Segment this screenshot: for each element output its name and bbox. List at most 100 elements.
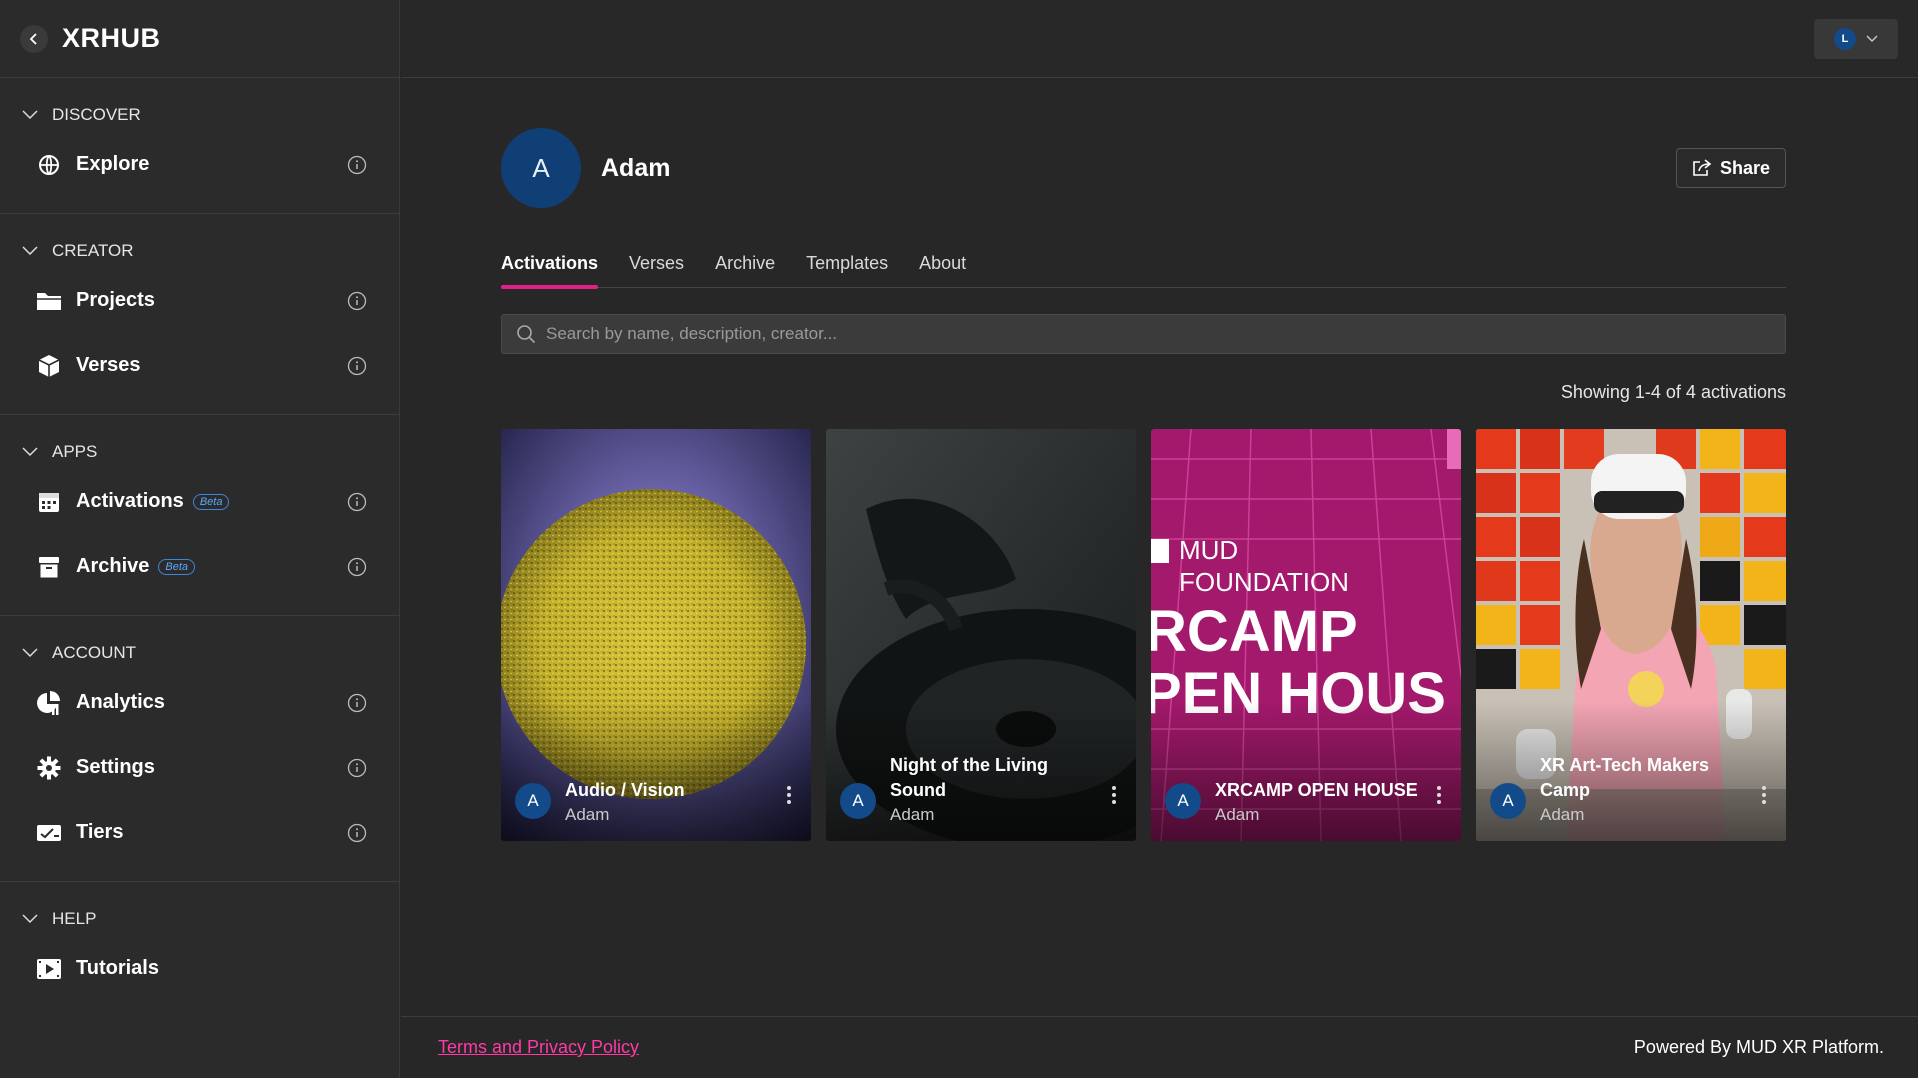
terms-link[interactable]: Terms and Privacy Policy (438, 1037, 639, 1058)
card-text: XR Art-Tech Makers Camp Adam (1540, 753, 1756, 827)
sidebar-item-analytics[interactable]: Analytics (0, 670, 399, 735)
info-icon[interactable] (347, 693, 367, 713)
sidebar-item-explore[interactable]: Explore (0, 132, 399, 197)
analytics-icon (36, 690, 62, 716)
tab-templates[interactable]: Templates (806, 238, 888, 288)
more-vertical-icon[interactable] (1756, 783, 1772, 807)
chevron-down-icon (22, 914, 38, 924)
brand-header: XRHUB (0, 0, 399, 78)
creator-avatar: A (1165, 783, 1201, 819)
chevron-down-icon (22, 447, 38, 457)
chevron-down-icon (22, 246, 38, 256)
activation-card[interactable]: A XR Art-Tech Makers Camp Adam (1476, 429, 1786, 841)
powered-by-text: Powered By MUD XR Platform. (1633, 1037, 1884, 1057)
search-icon (517, 325, 536, 344)
tab-activations[interactable]: Activations (501, 238, 599, 289)
chevron-left-icon (29, 32, 37, 45)
sidebar-item-label: Archive (76, 555, 150, 577)
profile-header: A Adam (501, 128, 670, 208)
chevron-down-icon (22, 110, 38, 120)
card-title: Audio / Vision (565, 780, 685, 800)
tab-about[interactable]: About (919, 238, 966, 288)
sidebar-item-label: Analytics (76, 691, 165, 713)
sidebar-section-creator: CREATOR Projects Verses (0, 214, 399, 415)
main-content: A Adam Share Activations Verses Archive … (401, 78, 1918, 1016)
sidebar-item-activations[interactable]: Activations Beta (0, 469, 399, 534)
section-toggle-apps[interactable]: APPS (0, 435, 399, 469)
collapse-sidebar-button[interactable] (20, 24, 48, 53)
info-icon[interactable] (347, 492, 367, 512)
sidebar-item-tiers[interactable]: Tiers (0, 800, 399, 865)
card-info: A Audio / Vision Adam (515, 778, 797, 827)
sidebar-item-label: Tutorials (76, 957, 159, 979)
chevron-down-icon (1866, 35, 1878, 42)
info-icon[interactable] (347, 356, 367, 376)
more-vertical-icon[interactable] (781, 783, 797, 807)
user-avatar: L (1834, 28, 1856, 50)
info-icon[interactable] (347, 758, 367, 778)
section-toggle-discover[interactable]: DISCOVER (0, 98, 399, 132)
ticket-icon (36, 820, 62, 846)
card-text: Audio / Vision Adam (565, 778, 781, 827)
section-toggle-help[interactable]: HELP (0, 902, 399, 936)
poster-text-2: FOUNDATION (1179, 567, 1349, 597)
activation-card[interactable]: MUD FOUNDATION RCAMP PEN HOUS A XRCAMP O… (1151, 429, 1461, 841)
card-author: Adam (890, 805, 935, 824)
brand-title: XRHUB (62, 23, 161, 53)
profile-avatar: A (501, 128, 581, 208)
sidebar-item-label: Activations (76, 490, 184, 512)
sidebar-item-label: Explore (76, 153, 150, 175)
sidebar-item-projects[interactable]: Projects (0, 268, 399, 333)
more-vertical-icon[interactable] (1431, 783, 1447, 807)
section-title: APPS (52, 442, 98, 461)
card-author: Adam (1215, 805, 1260, 824)
profile-tabs: Activations Verses Archive Templates Abo… (501, 238, 1786, 289)
poster-text-1: MUD (1179, 535, 1238, 565)
sidebar-item-verses[interactable]: Verses (0, 333, 399, 398)
more-vertical-icon[interactable] (1106, 783, 1122, 807)
info-icon[interactable] (347, 155, 367, 175)
card-text: XRCAMP OPEN HOUSE Adam (1215, 778, 1431, 827)
archive-box-icon (36, 554, 62, 580)
sidebar-item-label: Verses (76, 354, 141, 376)
card-author: Adam (1540, 805, 1585, 824)
section-title: CREATOR (52, 241, 134, 260)
tab-archive[interactable]: Archive (715, 238, 775, 288)
card-title: Night of the Living Sound (890, 755, 1048, 800)
activation-card[interactable]: A Night of the Living Sound Adam (826, 429, 1136, 841)
sidebar-item-settings[interactable]: Settings (0, 735, 399, 800)
section-title: ACCOUNT (52, 643, 137, 662)
sidebar-item-archive[interactable]: Archive Beta (0, 534, 399, 599)
beta-badge: Beta (158, 558, 196, 575)
info-icon[interactable] (347, 823, 367, 843)
cube-icon (36, 353, 62, 379)
poster-text-3: RCAMP (1151, 599, 1358, 664)
info-icon[interactable] (347, 557, 367, 577)
card-text: Night of the Living Sound Adam (890, 753, 1106, 827)
card-info: A XRCAMP OPEN HOUSE Adam (1165, 778, 1447, 827)
card-title: XR Art-Tech Makers Camp (1540, 755, 1710, 800)
user-menu-button[interactable]: L (1814, 19, 1898, 59)
share-icon (1693, 159, 1712, 176)
share-button[interactable]: Share (1676, 148, 1786, 188)
card-info: A Night of the Living Sound Adam (840, 753, 1122, 827)
folder-icon (36, 288, 62, 314)
sidebar: XRHUB DISCOVER Explore CREATOR Projects (0, 0, 400, 1078)
globe-icon (36, 152, 62, 178)
calendar-icon (36, 489, 62, 515)
sidebar-item-tutorials[interactable]: Tutorials (0, 936, 399, 1001)
card-info: A XR Art-Tech Makers Camp Adam (1490, 753, 1772, 827)
sidebar-section-discover: DISCOVER Explore (0, 78, 399, 214)
chevron-down-icon (22, 648, 38, 658)
search-bar (501, 314, 1786, 354)
search-input[interactable] (546, 324, 1689, 344)
activation-card[interactable]: A Audio / Vision Adam (501, 429, 811, 841)
section-toggle-account[interactable]: ACCOUNT (0, 636, 399, 670)
profile-name: Adam (601, 153, 671, 182)
section-toggle-creator[interactable]: CREATOR (0, 234, 399, 268)
sidebar-section-apps: APPS Activations Beta Archive Beta (0, 415, 399, 616)
creator-avatar: A (840, 783, 876, 819)
info-icon[interactable] (347, 291, 367, 311)
tab-verses[interactable]: Verses (629, 238, 684, 288)
section-title: DISCOVER (52, 105, 141, 124)
